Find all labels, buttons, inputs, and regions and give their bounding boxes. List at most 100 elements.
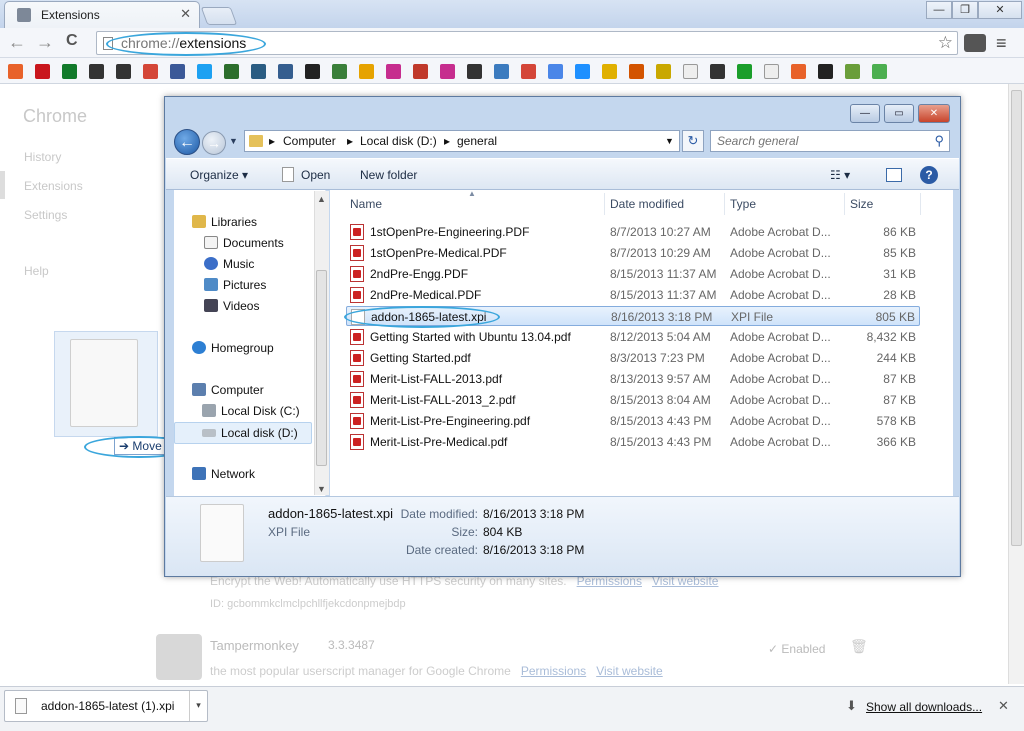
downloads-close-icon[interactable]: ✕ <box>998 698 1009 714</box>
bookmark-icon[interactable] <box>602 64 617 79</box>
search-icon[interactable]: ⚲ <box>934 133 944 149</box>
bookmark-icon[interactable] <box>386 64 401 79</box>
nav-local-disk-c[interactable]: Local Disk (C:) <box>202 404 300 418</box>
file-row[interactable]: 2ndPre-Engg.PDF 8/15/2013 11:37 AM Adobe A… <box>346 264 920 284</box>
bookmark-icon[interactable] <box>170 64 185 79</box>
file-row[interactable]: Getting Started with Ubuntu 13.04.pdf 8/1… <box>346 327 920 347</box>
file-row[interactable]: 1stOpenPre-Medical.PDF 8/7/2013 10:29 AM A… <box>346 243 920 263</box>
breadcrumb-computer[interactable]: Computer <box>283 134 336 148</box>
nav-scroll-up-icon[interactable]: ▲ <box>317 194 326 204</box>
download-item[interactable]: addon-1865-latest (1).xpi ▾ <box>4 690 208 722</box>
show-all-downloads-link[interactable]: Show all downloads... <box>866 700 982 714</box>
sidebar-item-extensions[interactable]: Extensions <box>24 179 83 193</box>
explorer-close-button[interactable]: ✕ <box>918 104 950 123</box>
nav-scroll-down-icon[interactable]: ▼ <box>317 484 326 494</box>
trash-icon[interactable]: 🗑 <box>850 638 868 655</box>
explorer-minimize-button[interactable]: — <box>850 104 880 123</box>
bookmark-icon[interactable] <box>8 64 23 79</box>
recent-pages-icon[interactable]: ▼ <box>229 136 238 146</box>
bookmark-icon[interactable] <box>494 64 509 79</box>
bookmark-icon[interactable] <box>62 64 77 79</box>
window-maximize-button[interactable]: ❐ <box>952 1 978 19</box>
bookmark-icon[interactable] <box>440 64 455 79</box>
bookmark-icon[interactable] <box>764 64 779 79</box>
nav-scrollbar-thumb[interactable] <box>316 270 327 466</box>
bookmark-icon[interactable] <box>305 64 320 79</box>
open-button[interactable]: Open <box>301 168 330 182</box>
bookmark-icon[interactable] <box>521 64 536 79</box>
bookmark-icon[interactable] <box>629 64 644 79</box>
explorer-maximize-button[interactable]: ▭ <box>884 104 914 123</box>
chrome-menu-icon[interactable]: ≡ <box>996 33 1007 54</box>
search-input[interactable] <box>717 132 927 150</box>
nav-libraries[interactable]: Libraries <box>192 215 257 229</box>
tab-close-icon[interactable]: ✕ <box>180 6 191 22</box>
sidebar-item-help[interactable]: Help <box>24 264 49 278</box>
bookmark-icon[interactable] <box>251 64 266 79</box>
reload-button[interactable]: C <box>66 32 78 50</box>
nav-pictures[interactable]: Pictures <box>204 278 266 292</box>
breadcrumb-general[interactable]: general <box>457 134 497 148</box>
nav-network[interactable]: Network <box>192 467 255 481</box>
file-row[interactable]: Getting Started.pdf 8/3/2013 7:23 PM Adobe… <box>346 348 920 368</box>
file-row[interactable]: Merit-List-Pre-Medical.pdf 8/15/2013 4:43… <box>346 432 920 452</box>
bookmark-icon[interactable] <box>818 64 833 79</box>
nav-local-disk-d[interactable]: Local disk (D:) <box>202 426 298 440</box>
page-scrollbar-thumb[interactable] <box>1011 90 1022 546</box>
organize-button[interactable]: Organize ▾ <box>190 168 248 182</box>
download-dropdown-icon[interactable]: ▾ <box>189 691 207 721</box>
bookmark-icon[interactable] <box>35 64 50 79</box>
explorer-forward-button[interactable]: → <box>202 131 226 155</box>
file-row[interactable]: Merit-List-FALL-2013.pdf 8/13/2013 9:57 A… <box>346 369 920 389</box>
bookmark-icon[interactable] <box>89 64 104 79</box>
window-close-button[interactable]: ✕ <box>978 1 1022 19</box>
nav-music[interactable]: Music <box>204 257 254 271</box>
breadcrumb-local-disk-d[interactable]: Local disk (D:) <box>360 134 437 148</box>
bookmark-icon[interactable] <box>791 64 806 79</box>
bookmark-icon[interactable] <box>575 64 590 79</box>
file-row[interactable]: Merit-List-FALL-2013_2.pdf 8/15/2013 8:04… <box>346 390 920 410</box>
window-minimize-button[interactable]: — <box>926 1 952 19</box>
refresh-icon[interactable]: ↻ <box>682 130 704 152</box>
bookmark-icon[interactable] <box>872 64 887 79</box>
column-date-modified[interactable]: Date modified <box>610 197 684 211</box>
bookmark-icon[interactable] <box>656 64 671 79</box>
bookmark-icon[interactable] <box>143 64 158 79</box>
change-view-button[interactable]: ☷ ▾ <box>830 168 850 182</box>
bookmark-icon[interactable] <box>710 64 725 79</box>
tab-extensions[interactable]: Extensions ✕ <box>4 1 200 28</box>
preview-pane-icon[interactable] <box>886 168 902 182</box>
bookmark-icon[interactable] <box>413 64 428 79</box>
file-row[interactable]: 1stOpenPre-Engineering.PDF 8/7/2013 10:27… <box>346 222 920 242</box>
address-breadcrumb[interactable]: ▸ Computer ▸ Local disk (D:) ▸ general ▼ <box>244 130 680 152</box>
sidebar-item-history[interactable]: History <box>24 150 61 164</box>
file-row[interactable]: Merit-List-Pre-Engineering.pdf 8/15/2013 … <box>346 411 920 431</box>
permissions-link-2[interactable]: Permissions <box>521 664 586 678</box>
forward-button[interactable]: → <box>36 32 54 53</box>
enabled-checkbox[interactable]: ✓ Enabled <box>768 642 825 656</box>
column-name[interactable]: Name <box>350 197 382 211</box>
help-icon[interactable]: ? <box>920 166 938 184</box>
bookmark-icon[interactable] <box>845 64 860 79</box>
extension-icon[interactable] <box>964 34 986 52</box>
bookmark-icon[interactable] <box>197 64 212 79</box>
bookmark-icon[interactable] <box>548 64 563 79</box>
bookmark-icon[interactable] <box>359 64 374 79</box>
file-row[interactable]: 2ndPre-Medical.PDF 8/15/2013 11:37 AM Adob… <box>346 285 920 305</box>
bookmark-icon[interactable] <box>278 64 293 79</box>
new-folder-button[interactable]: New folder <box>360 168 417 182</box>
new-tab-button[interactable] <box>200 7 238 25</box>
nav-documents[interactable]: Documents <box>204 236 284 250</box>
history-dropdown-icon[interactable]: ▼ <box>665 136 674 146</box>
column-size[interactable]: Size <box>850 197 873 211</box>
search-box[interactable]: ⚲ <box>710 130 950 152</box>
back-button[interactable]: ← <box>8 32 26 53</box>
visit-website-link-2[interactable]: Visit website <box>596 664 662 678</box>
bookmark-icon[interactable] <box>737 64 752 79</box>
bookmark-icon[interactable] <box>224 64 239 79</box>
column-type[interactable]: Type <box>730 197 756 211</box>
bookmark-icon[interactable] <box>467 64 482 79</box>
bookmark-icon[interactable] <box>332 64 347 79</box>
nav-computer[interactable]: Computer <box>192 383 264 397</box>
bookmark-star-icon[interactable]: ☆ <box>938 33 953 53</box>
